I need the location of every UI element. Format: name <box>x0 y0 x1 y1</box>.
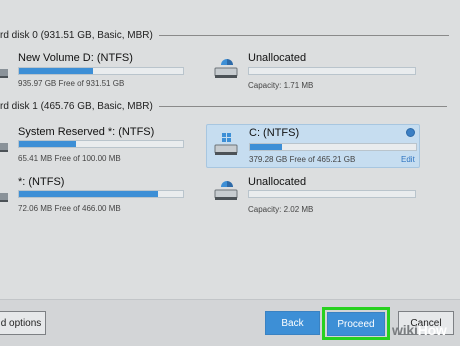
disk-1-title: rd disk 1 (465.76 GB, Basic, MBR) <box>0 101 153 112</box>
volume-name: *: (NTFS) <box>18 176 65 188</box>
volume-unallocated-1[interactable]: Unallocated Capacity: 2.02 MB <box>248 176 416 216</box>
usage-bar <box>18 190 184 198</box>
volume-star-ntfs[interactable]: *: (NTFS) 72.06 MB Free of 466.00 MB <box>18 176 184 216</box>
divider <box>158 106 447 107</box>
volume-system-reserved[interactable]: System Reserved *: (NTFS) 65.41 MB Free … <box>18 126 184 164</box>
drive-icon <box>0 140 8 158</box>
watermark-how: How <box>417 322 447 338</box>
volume-name: System Reserved *: (NTFS) <box>18 126 155 138</box>
volume-unallocated-0[interactable]: Unallocated Capacity: 1.71 MB <box>248 52 416 90</box>
disk-0-header: rd disk 0 (931.51 GB, Basic, MBR) <box>0 30 449 41</box>
usage-fill <box>19 191 159 197</box>
volume-info: 65.41 MB Free of 100.00 MB <box>18 154 121 163</box>
volume-c: C: (NTFS) 379.28 GB Free of 465.21 GB <box>249 127 417 167</box>
volume-info: 379.28 GB Free of 465.21 GB <box>249 155 356 164</box>
drive-icon <box>0 66 8 84</box>
volume-info: 935.97 GB Free of 931.51 GB <box>18 79 125 88</box>
usage-bar <box>248 67 416 75</box>
volume-info: Capacity: 2.02 MB <box>248 205 314 214</box>
volume-name: Unallocated <box>248 176 307 188</box>
volume-new-volume-d[interactable]: New Volume D: (NTFS) 935.97 GB Free of 9… <box>18 52 184 88</box>
volume-name: New Volume D: (NTFS) <box>18 52 133 64</box>
edit-link[interactable]: Edit <box>401 155 415 164</box>
watermark-wiki: wiki <box>392 322 418 338</box>
watermark: wikiHow <box>392 322 447 338</box>
advanced-options-button[interactable]: d options <box>0 311 46 335</box>
drive-icon <box>0 190 8 208</box>
volume-name: C: (NTFS) <box>249 127 300 139</box>
volume-info: 72.06 MB Free of 466.00 MB <box>18 204 121 213</box>
usage-bar <box>18 67 184 75</box>
selected-radio-icon[interactable] <box>406 128 415 137</box>
drive-icon <box>213 55 239 86</box>
usage-fill <box>19 68 93 74</box>
volume-c-selected[interactable]: C: (NTFS) 379.28 GB Free of 465.21 GB Ed… <box>206 124 420 168</box>
action-bar <box>0 299 460 346</box>
divider <box>158 35 449 36</box>
drive-icon <box>213 177 239 208</box>
volume-info: Capacity: 1.71 MB <box>248 81 314 90</box>
usage-bar <box>248 190 416 198</box>
usage-bar <box>249 143 417 151</box>
disk-0-title: rd disk 0 (931.51 GB, Basic, MBR) <box>0 30 153 41</box>
usage-fill <box>19 141 77 147</box>
usage-fill <box>250 144 282 150</box>
disk-1-header: rd disk 1 (465.76 GB, Basic, MBR) <box>0 101 447 112</box>
windows-drive-icon <box>213 131 239 164</box>
back-button[interactable]: Back <box>265 311 320 335</box>
usage-bar <box>18 140 184 148</box>
volume-name: Unallocated <box>248 52 307 64</box>
proceed-highlight-box <box>322 307 390 340</box>
